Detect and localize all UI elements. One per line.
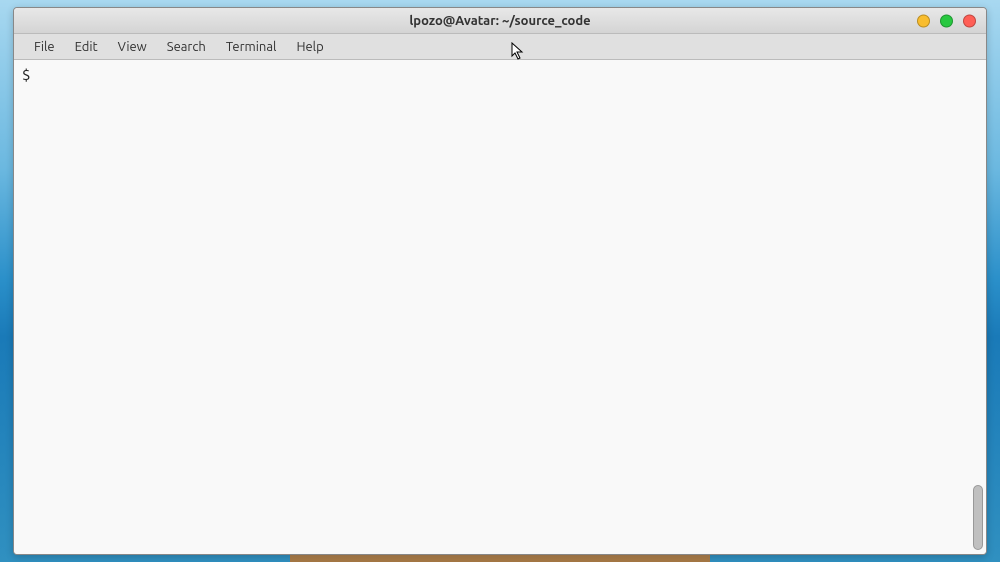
scrollbar-track	[973, 64, 983, 550]
menu-view[interactable]: View	[108, 36, 157, 58]
menubar: File Edit View Search Terminal Help	[14, 34, 986, 60]
titlebar[interactable]: lpozo@Avatar: ~/source_code	[14, 8, 986, 34]
terminal-body[interactable]: $	[14, 60, 986, 554]
menu-search[interactable]: Search	[157, 36, 216, 58]
terminal-prompt: $	[22, 66, 30, 83]
window-controls	[917, 14, 976, 27]
minimize-button[interactable]	[917, 14, 930, 27]
menu-file[interactable]: File	[24, 36, 65, 58]
terminal-window: lpozo@Avatar: ~/source_code File Edit Vi…	[13, 7, 987, 555]
menu-help[interactable]: Help	[286, 36, 333, 58]
window-title: lpozo@Avatar: ~/source_code	[409, 14, 590, 28]
scrollbar-thumb[interactable]	[973, 485, 983, 550]
menu-edit[interactable]: Edit	[65, 36, 108, 58]
maximize-button[interactable]	[940, 14, 953, 27]
close-button[interactable]	[963, 14, 976, 27]
menu-terminal[interactable]: Terminal	[216, 36, 287, 58]
